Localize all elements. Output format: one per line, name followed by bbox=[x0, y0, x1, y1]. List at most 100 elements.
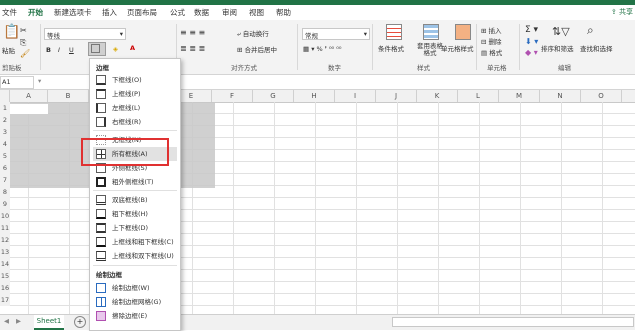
row-header[interactable]: 12 bbox=[0, 234, 10, 246]
italic-button[interactable]: I bbox=[58, 46, 60, 54]
sort-filter-icon[interactable]: ⇅▽ bbox=[552, 25, 570, 38]
column-header-j[interactable]: J bbox=[376, 90, 417, 102]
horizontal-scrollbar[interactable] bbox=[392, 317, 634, 327]
chevron-down-icon: ▾ bbox=[363, 30, 367, 38]
menu-item-top-double-bottom-border[interactable]: 上框线和双下框线(U) bbox=[93, 249, 177, 263]
copy-icon[interactable]: ⎘ bbox=[20, 38, 26, 48]
menu-item-top-border[interactable]: 上框线(P) bbox=[93, 87, 177, 101]
tab-help[interactable]: 帮助 bbox=[276, 7, 291, 18]
row-header[interactable]: 5 bbox=[0, 150, 10, 162]
find-select-button[interactable]: 查找和选择 bbox=[580, 43, 613, 53]
row-header[interactable]: 8 bbox=[0, 186, 10, 198]
scroll-right-icon[interactable]: ▶ bbox=[16, 317, 21, 325]
left-border-icon bbox=[96, 103, 106, 113]
row-header[interactable]: 10 bbox=[0, 210, 10, 222]
conditional-format-button[interactable]: 条件格式 bbox=[378, 43, 404, 53]
font-name-select[interactable]: 等线 ▾ bbox=[44, 28, 126, 40]
menu-item-draw-border[interactable]: 绘制边框(W) bbox=[93, 281, 177, 295]
fill-icon[interactable]: ⬇ ▾ bbox=[525, 37, 538, 46]
column-header-h[interactable]: H bbox=[294, 90, 335, 102]
column-header-g[interactable]: G bbox=[253, 90, 294, 102]
border-button[interactable] bbox=[88, 42, 106, 56]
row-header[interactable]: 13 bbox=[0, 246, 10, 258]
menu-item-right-border[interactable]: 右框线(R) bbox=[93, 115, 177, 129]
menu-item-bottom-double-border[interactable]: 双底框线(B) bbox=[93, 193, 177, 207]
sheet-tab[interactable]: Sheet1 bbox=[34, 315, 64, 330]
tab-data[interactable]: 数据 bbox=[194, 7, 209, 18]
tab-page-layout[interactable]: 页面布局 bbox=[127, 7, 157, 18]
row-header[interactable]: 14 bbox=[0, 258, 10, 270]
row-header[interactable]: 11 bbox=[0, 222, 10, 234]
menu-item-draw-border-grid[interactable]: 绘制边框网格(G) bbox=[93, 295, 177, 309]
row-header[interactable]: 16 bbox=[0, 282, 10, 294]
add-sheet-button[interactable]: + bbox=[74, 316, 86, 328]
column-header-n[interactable]: N bbox=[540, 90, 581, 102]
scroll-left-icon[interactable]: ◀ bbox=[4, 317, 9, 325]
paste-icon[interactable]: 📋 bbox=[3, 24, 20, 40]
clear-icon[interactable]: ◆ ▾ bbox=[525, 48, 538, 57]
fill-color-icon[interactable]: ◈ bbox=[113, 45, 118, 53]
delete-cells-button[interactable]: ⊟ 删除 bbox=[481, 36, 502, 46]
cell-style-icon[interactable] bbox=[455, 24, 471, 40]
wrap-text-button[interactable]: ⤶ 自动换行 bbox=[237, 28, 269, 39]
active-cell[interactable] bbox=[10, 104, 48, 114]
insert-cells-button[interactable]: ⊞ 插入 bbox=[481, 25, 502, 35]
cut-icon[interactable]: ✂ bbox=[20, 26, 27, 35]
tab-formulas[interactable]: 公式 bbox=[170, 7, 185, 18]
name-box-dropdown-icon[interactable]: ▾ bbox=[38, 77, 41, 85]
paste-button[interactable]: 粘贴 bbox=[2, 45, 15, 55]
bold-button[interactable]: B bbox=[46, 46, 51, 54]
row-header[interactable]: 2 bbox=[0, 114, 10, 126]
format-painter-icon[interactable]: 🖌 bbox=[20, 49, 30, 58]
format-cells-button[interactable]: ▤ 格式 bbox=[481, 47, 502, 57]
table-format-icon[interactable] bbox=[423, 24, 439, 40]
row-header[interactable]: 1 bbox=[0, 102, 10, 114]
tab-home[interactable]: 开始 bbox=[28, 7, 43, 22]
menu-item-top-thick-bottom-border[interactable]: 上框线和粗下框线(C) bbox=[93, 235, 177, 249]
row-header[interactable]: 3 bbox=[0, 126, 10, 138]
column-header-a[interactable]: A bbox=[10, 90, 48, 102]
sort-filter-button[interactable]: 排序和筛选 bbox=[541, 43, 574, 53]
search-icon[interactable]: ⌕ bbox=[587, 23, 594, 38]
align-top-icon[interactable]: ≡ ≡ ≡ bbox=[180, 28, 205, 37]
underline-button[interactable]: U bbox=[69, 46, 74, 54]
column-header-i[interactable]: I bbox=[335, 90, 376, 102]
row-header[interactable]: 15 bbox=[0, 270, 10, 282]
menu-item-left-border[interactable]: 左框线(L) bbox=[93, 101, 177, 115]
row-header[interactable]: 6 bbox=[0, 162, 10, 174]
conditional-format-icon[interactable] bbox=[386, 24, 402, 40]
number-format-select[interactable]: 常规 ▾ bbox=[302, 28, 370, 40]
percent-icon[interactable]: ▦ ▾ % ❜ ⁰⁰ ⁰⁰ bbox=[303, 45, 341, 53]
row-header[interactable]: 17 bbox=[0, 294, 10, 306]
column-header-b[interactable]: B bbox=[48, 90, 89, 102]
align-left-icon[interactable]: ≣ ≣ ≣ bbox=[180, 44, 205, 53]
font-color-icon[interactable]: A bbox=[130, 44, 135, 52]
tab-review[interactable]: 审阅 bbox=[222, 7, 237, 18]
select-all-corner[interactable] bbox=[0, 90, 10, 102]
column-header-o[interactable]: O bbox=[581, 90, 622, 102]
column-header-k[interactable]: K bbox=[417, 90, 458, 102]
tab-insert[interactable]: 插入 bbox=[102, 7, 117, 18]
row-header[interactable]: 7 bbox=[0, 174, 10, 186]
thick-outside-borders-icon bbox=[96, 177, 106, 187]
cell-style-button[interactable]: 单元格样式 bbox=[441, 43, 474, 53]
tab-new[interactable]: 新建选项卡 bbox=[54, 7, 92, 18]
menu-item-thick-bottom-border[interactable]: 粗下框线(H) bbox=[93, 207, 177, 221]
menu-item-thick-outside-borders[interactable]: 粗外侧框线(T) bbox=[93, 175, 177, 189]
double-bottom-border-icon bbox=[96, 195, 106, 205]
name-box[interactable]: A1 bbox=[0, 76, 34, 89]
column-header-f[interactable]: F bbox=[212, 90, 253, 102]
autosum-icon[interactable]: Σ ▾ bbox=[525, 25, 538, 35]
tab-file[interactable]: 文件 bbox=[2, 7, 17, 18]
chevron-down-icon: ▾ bbox=[119, 30, 123, 38]
menu-item-bottom-border[interactable]: 下框线(O) bbox=[93, 73, 177, 87]
row-header[interactable]: 9 bbox=[0, 198, 10, 210]
share-button[interactable]: ⇪ 共享 bbox=[611, 7, 633, 17]
column-header-m[interactable]: M bbox=[499, 90, 540, 102]
menu-item-erase-border[interactable]: 擦除边框(E) bbox=[93, 309, 177, 323]
column-header-l[interactable]: L bbox=[458, 90, 499, 102]
row-header[interactable]: 4 bbox=[0, 138, 10, 150]
tab-view[interactable]: 视图 bbox=[249, 7, 264, 18]
merge-center-button[interactable]: ⊞ 合并后居中 bbox=[237, 44, 277, 54]
menu-item-top-bottom-border[interactable]: 上下框线(D) bbox=[93, 221, 177, 235]
